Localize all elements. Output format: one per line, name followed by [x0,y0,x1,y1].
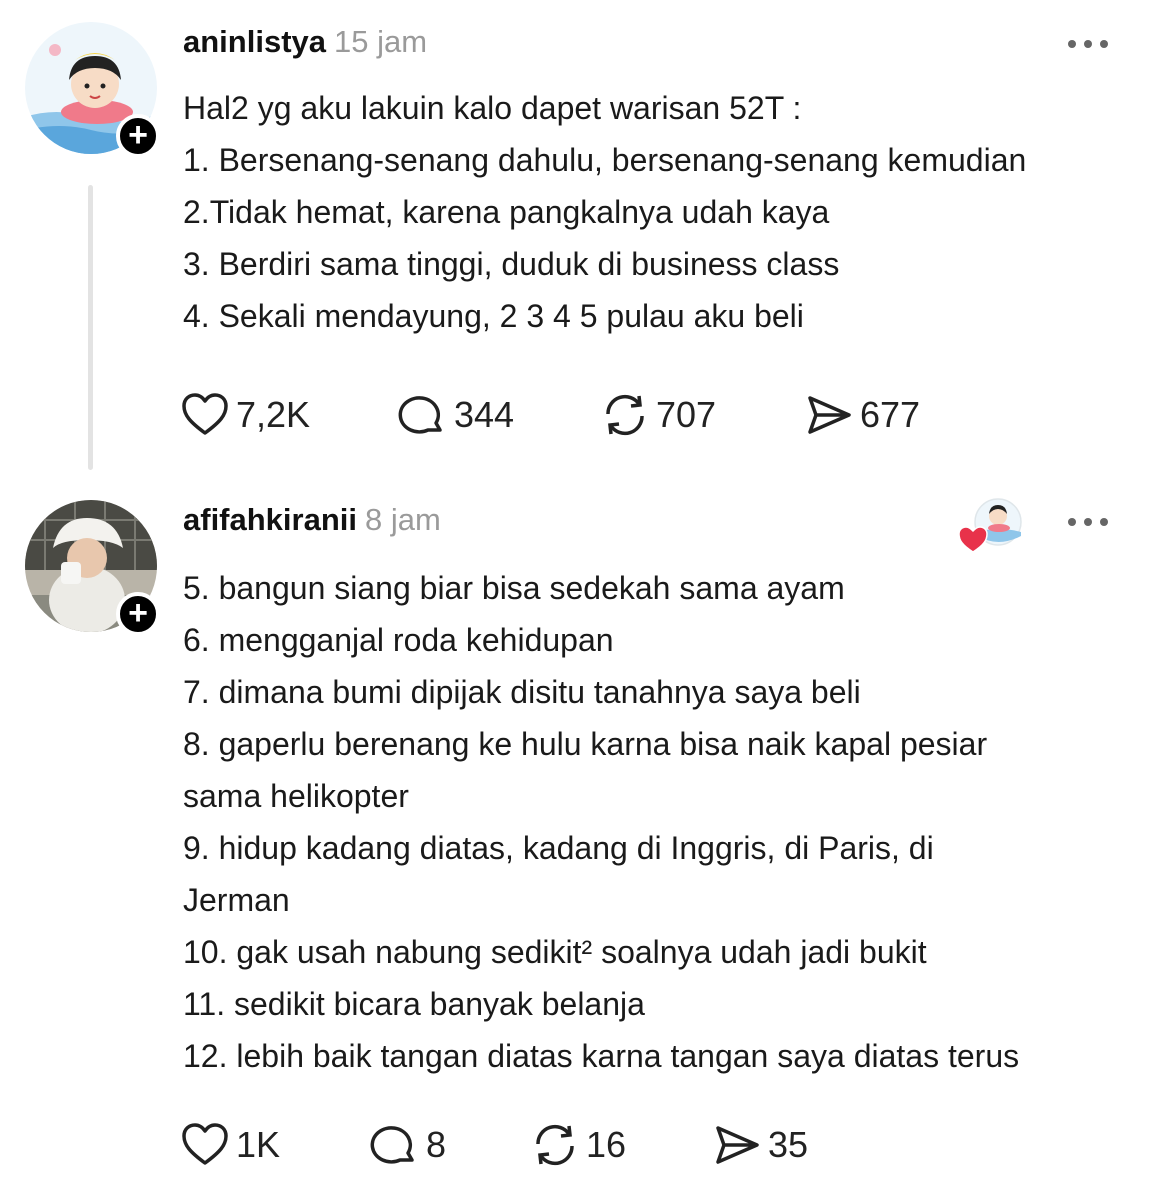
post-text: Hal2 yg aku lakuin kalo dapet warisan 52… [183,82,1026,342]
reply-count: 8 [426,1124,447,1165]
repost-button[interactable]: 707 [600,387,716,443]
thread-post: + afifahkiranii 8 jam 5. bangun siang bia… [0,470,1161,1200]
share-button[interactable]: 35 [712,1117,808,1173]
send-icon [808,396,851,434]
repost-icon [536,1124,574,1166]
post-header: aninlistya 15 jam [183,24,427,60]
heart-icon [182,1123,228,1165]
comment-icon [398,396,442,434]
username[interactable]: afifahkiranii [183,502,357,537]
comment-icon [370,1126,414,1164]
username[interactable]: aninlistya [183,24,326,59]
post-line: 4. Sekali mendayung, 2 3 4 5 pulau aku b… [183,298,804,334]
post-line: 9. hidup kadang diatas, kadang di Inggri… [183,830,934,866]
thread-connector-line [88,185,93,470]
share-button[interactable]: 677 [804,387,920,443]
more-options-icon[interactable] [1068,512,1110,532]
like-button[interactable]: 1K [180,1117,280,1173]
share-count: 35 [768,1124,809,1165]
post-line: Jerman [183,882,290,918]
post-line: 11. sedikit bicara banyak belanja [183,986,645,1022]
post-time: 8 jam [365,502,441,537]
reply-button[interactable]: 8 [370,1117,446,1173]
post-line: 2.Tidak hemat, karena pangkalnya udah ka… [183,194,830,230]
post-line: 10. gak usah nabung sedikit² soalnya uda… [183,934,927,970]
post-line: 6. mengganjal roda kehidupan [183,622,614,658]
thread-post: + aninlistya 15 jam Hal2 yg aku lakuin ka… [0,0,1161,470]
repost-count: 16 [586,1124,627,1165]
repost-button[interactable]: 16 [530,1117,626,1173]
post-line: 8. gaperlu berenang ke hulu karna bisa n… [183,726,988,762]
post-line: 5. bangun siang biar bisa sedekah sama a… [183,570,845,606]
follow-plus-icon[interactable]: + [116,592,160,636]
post-line: 3. Berdiri sama tinggi, duduk di busines… [183,246,840,282]
like-button[interactable]: 7,2K [180,387,310,443]
repost-count: 707 [656,394,717,435]
more-options-icon[interactable] [1068,34,1110,54]
post-header: afifahkiranii 8 jam [183,502,441,538]
post-line: sama helikopter [183,778,409,814]
post-line: 7. dimana bumi dipijak disitu tanahnya s… [183,674,861,710]
post-line: 1. Bersenang-senang dahulu, bersenang-se… [183,142,1027,178]
post-text: 5. bangun siang biar bisa sedekah sama a… [183,562,1019,1082]
post-time: 15 jam [334,24,428,59]
like-count: 1K [236,1124,281,1165]
heart-icon [182,393,228,435]
action-bar: 1K 8 16 35 [180,1117,880,1173]
reply-count: 344 [454,394,515,435]
send-icon [716,1126,759,1164]
post-line: Hal2 yg aku lakuin kalo dapet warisan 52… [183,90,802,126]
action-bar: 7,2K 344 707 677 [180,387,980,443]
follow-plus-icon[interactable]: + [116,114,160,158]
reply-button[interactable]: 344 [398,387,514,443]
post-line: 12. lebih baik tangan diatas karna tanga… [183,1038,1020,1074]
like-count: 7,2K [236,394,311,435]
repost-icon [606,394,644,436]
liked-by-author-badge [958,496,1024,556]
share-count: 677 [860,394,921,435]
